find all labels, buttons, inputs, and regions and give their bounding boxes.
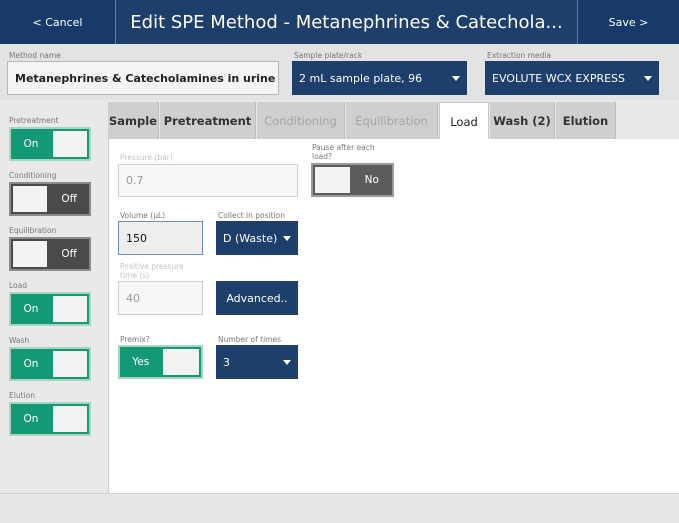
number-of-times-dropdown[interactable]: 3 bbox=[216, 345, 298, 379]
conditioning-toggle[interactable]: Off bbox=[9, 182, 91, 216]
pressure-label: Pressure (bar) bbox=[120, 153, 173, 162]
pause-toggle[interactable]: No bbox=[311, 163, 394, 197]
toggle-state-label: On bbox=[23, 358, 39, 370]
sidebar-label-conditioning: Conditioning bbox=[9, 171, 57, 180]
chevron-down-icon bbox=[452, 76, 460, 81]
positive-pressure-input[interactable]: 40 bbox=[118, 281, 203, 315]
toggle-knob bbox=[163, 349, 199, 375]
sample-plate-value: 2 mL sample plate, 96 bbox=[299, 71, 423, 85]
toggle-knob bbox=[52, 296, 87, 322]
tab-pretreatment[interactable]: Pretreatment bbox=[160, 102, 256, 139]
collect-position-dropdown[interactable]: D (Waste) bbox=[216, 221, 298, 255]
pause-label-cont: load? bbox=[312, 152, 333, 161]
number-of-times-value: 3 bbox=[223, 355, 230, 369]
volume-input[interactable]: 150 bbox=[118, 221, 203, 255]
number-of-times-label: Number of times bbox=[218, 335, 281, 344]
sidebar-label-equilibration: Equilibration bbox=[9, 226, 57, 235]
pretreatment-toggle[interactable]: On bbox=[9, 127, 91, 161]
chevron-down-icon bbox=[283, 236, 291, 241]
elution-toggle[interactable]: On bbox=[9, 402, 91, 436]
toggle-state-label: Yes bbox=[132, 356, 150, 368]
premix-toggle[interactable]: Yes bbox=[118, 345, 203, 379]
sample-plate-label: Sample plate/rack bbox=[294, 51, 363, 60]
sample-plate-dropdown[interactable]: 2 mL sample plate, 96 bbox=[292, 61, 467, 95]
pressure-input[interactable]: 0.7 bbox=[118, 164, 298, 197]
method-name-input[interactable]: Metanephrines & Catecholamines in urine bbox=[7, 61, 279, 95]
toggle-state-label: No bbox=[364, 174, 379, 186]
method-name-label: Method name bbox=[9, 51, 61, 60]
extraction-media-value: EVOLUTE WCX EXPRESS bbox=[492, 71, 626, 85]
load-toggle[interactable]: On bbox=[9, 292, 91, 326]
toggle-state-label: Off bbox=[61, 193, 77, 205]
toggle-knob bbox=[13, 241, 48, 267]
toggle-state-label: On bbox=[23, 303, 39, 315]
page-title: Edit SPE Method - Metanephrines & Catech… bbox=[130, 11, 563, 33]
tab-wash[interactable]: Wash (2) bbox=[490, 102, 555, 139]
save-button[interactable]: Save > bbox=[577, 0, 679, 44]
wash-toggle[interactable]: On bbox=[9, 347, 91, 381]
pause-label: Pause after each bbox=[312, 143, 375, 152]
toggle-knob bbox=[13, 186, 48, 212]
tab-load[interactable]: Load bbox=[439, 102, 489, 140]
extraction-media-dropdown[interactable]: EVOLUTE WCX EXPRESS bbox=[485, 61, 659, 95]
toggle-knob bbox=[52, 351, 87, 377]
volume-label: Volume (µL) bbox=[120, 211, 166, 220]
toggle-knob bbox=[52, 406, 87, 432]
tab-conditioning[interactable]: Conditioning bbox=[257, 102, 345, 139]
footer-bar bbox=[0, 493, 679, 523]
toggle-state-label: On bbox=[23, 413, 39, 425]
chevron-down-icon bbox=[644, 76, 652, 81]
cancel-button[interactable]: < Cancel bbox=[0, 0, 116, 44]
advanced-button[interactable]: Advanced.. bbox=[216, 281, 298, 315]
sidebar-label-load: Load bbox=[9, 281, 27, 290]
toggle-state-label: Off bbox=[61, 248, 77, 260]
premix-label: Premix? bbox=[120, 335, 150, 344]
toggle-state-label: On bbox=[23, 138, 39, 150]
collect-position-value: D (Waste) bbox=[223, 231, 278, 245]
positive-pressure-label: Positive pressure bbox=[120, 262, 184, 271]
chevron-down-icon bbox=[283, 360, 291, 365]
toggle-knob bbox=[52, 131, 87, 157]
positive-pressure-label-cont: time (s) bbox=[120, 271, 150, 280]
tab-equilibration[interactable]: Equilibration bbox=[346, 102, 438, 139]
extraction-media-label: Extraction media bbox=[487, 51, 552, 60]
toggle-knob bbox=[315, 167, 350, 193]
sidebar-label-pretreatment: Pretreatment bbox=[9, 116, 59, 125]
collect-position-label: Collect in position bbox=[218, 211, 285, 220]
sidebar-label-elution: Elution bbox=[9, 391, 35, 400]
tab-elution[interactable]: Elution bbox=[556, 102, 616, 139]
sidebar-label-wash: Wash bbox=[9, 336, 30, 345]
equilibration-toggle[interactable]: Off bbox=[9, 237, 91, 271]
tab-sample[interactable]: Sample bbox=[108, 102, 159, 139]
